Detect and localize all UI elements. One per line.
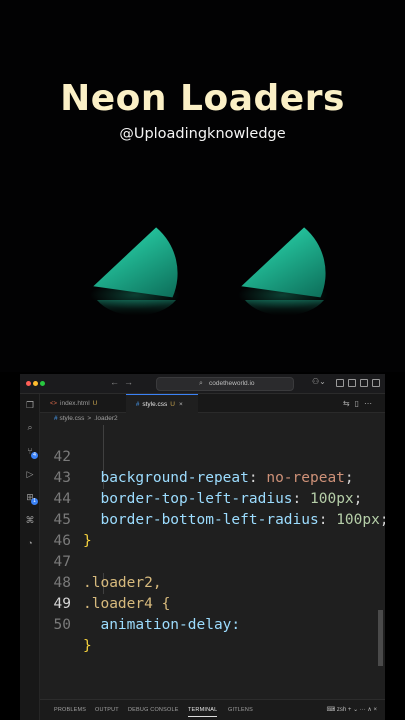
run-debug-icon[interactable]: ▷ <box>25 469 35 479</box>
hero-section: Neon Loaders @Uploadingknowledge <box>0 0 405 372</box>
tab-output[interactable]: OUTPUT <box>95 707 119 713</box>
toggle-panel-icon[interactable] <box>348 379 356 387</box>
extensions-badge: 1 <box>31 498 38 505</box>
loader-left <box>90 227 180 316</box>
code-line-42: 42 background-repeat: no-repeat; <box>40 426 385 486</box>
back-arrow-icon[interactable]: ← <box>110 377 119 387</box>
tab-terminal[interactable]: TERMINAL <box>188 707 218 717</box>
line-number: 50 <box>53 617 71 633</box>
code-line-47: 47 .loader2, <box>40 531 385 591</box>
code-line-44: 44 border-bottom-left-radius: 100px; <box>40 468 385 528</box>
code-line-45: 45 } <box>40 489 385 549</box>
tab-actions: ⇆▯⋯ <box>343 399 377 408</box>
search-icon[interactable]: ⌕ <box>25 422 35 432</box>
hero-subtitle: @Uploadingknowledge <box>119 126 286 142</box>
untracked-badge: U <box>170 401 175 408</box>
split-editor-icon[interactable]: ⇆ <box>343 399 355 408</box>
close-window-button[interactable] <box>26 381 31 386</box>
tab-label: style.css <box>142 401 168 408</box>
breadcrumb-separator: > <box>87 415 92 422</box>
tab-gitlens[interactable]: GITLENS <box>228 707 253 713</box>
customize-layout-icon[interactable] <box>372 379 380 387</box>
hero-title: Neon Loaders <box>60 78 345 119</box>
maximize-window-button[interactable] <box>40 381 45 386</box>
split-editor-right-icon[interactable]: ▯ <box>355 399 364 408</box>
accounts-icon[interactable]: ◔ <box>25 538 35 548</box>
tab-index-html[interactable]: <> index.html U <box>40 394 102 413</box>
search-icon: ⌕ <box>199 380 203 387</box>
tab-style-css[interactable]: # style.css U × <box>126 394 198 413</box>
tab-debug-console[interactable]: DEBUG CONSOLE <box>128 707 179 713</box>
tab-label: index.html <box>60 400 90 407</box>
html-file-icon: <> <box>50 401 58 407</box>
neon-loaders-preview <box>90 227 328 316</box>
remote-icon[interactable]: ⌘ <box>25 515 35 525</box>
source-control-badge: 4 <box>31 452 38 459</box>
closing-brace: } <box>83 638 92 654</box>
code-line-43: 43 border-top-left-radius: 100px; <box>40 447 385 507</box>
code-editor[interactable]: 42 background-repeat: no-repeat; 43 bord… <box>40 425 385 675</box>
forward-arrow-icon[interactable]: → <box>124 377 133 387</box>
loader-right <box>238 227 328 316</box>
terminal-shell-label[interactable]: zsh <box>337 707 346 713</box>
title-bar: ← → ⌕ codetheworld.io ⚇⌄ <box>20 374 385 394</box>
minimize-window-button[interactable] <box>33 381 38 386</box>
toggle-primary-sidebar-icon[interactable] <box>336 379 344 387</box>
command-center-search[interactable]: ⌕ codetheworld.io <box>156 377 294 391</box>
code-line-50: 50 } <box>40 594 385 654</box>
search-text: codetheworld.io <box>209 380 255 387</box>
vscode-window: ← → ⌕ codetheworld.io ⚇⌄ ❐ ⌕ ⑂ 4 ▷ ⊞ 1 ⌘… <box>20 374 385 720</box>
panel-actions: ⌨ zsh + ⌄ ··· ∧ × <box>327 706 377 713</box>
breadcrumb: # style.css > .loader2 <box>40 413 385 425</box>
untracked-badge: U <box>92 400 98 407</box>
terminal-actions[interactable]: + ⌄ ··· ∧ × <box>348 707 377 713</box>
css-property: animation-delay: <box>83 617 241 633</box>
breadcrumb-symbol[interactable]: .loader2 <box>94 415 118 422</box>
code-line-49: 49 animation-delay: <box>40 573 385 633</box>
bottom-panel: PROBLEMS OUTPUT DEBUG CONSOLE TERMINAL G… <box>40 699 385 720</box>
code-line-46: 46 <box>40 510 385 549</box>
editor-scrollbar[interactable] <box>378 610 383 666</box>
editor-tabs: <> index.html U # style.css U × ⇆▯⋯ <box>40 394 385 413</box>
code-line-48: 48 .loader4 { <box>40 552 385 612</box>
more-actions-icon[interactable]: ⋯ <box>364 399 377 408</box>
files-icon[interactable]: ❐ <box>25 400 35 410</box>
tab-problems[interactable]: PROBLEMS <box>54 707 86 713</box>
css-file-icon: # <box>54 415 58 422</box>
copilot-icon[interactable]: ⚇⌄ <box>312 377 326 386</box>
close-tab-icon[interactable]: × <box>179 401 183 408</box>
activity-bar: ❐ ⌕ ⑂ 4 ▷ ⊞ 1 ⌘ ◔ <box>20 394 40 720</box>
css-file-icon: # <box>136 402 140 408</box>
breadcrumb-file[interactable]: style.css <box>59 415 84 422</box>
toggle-secondary-sidebar-icon[interactable] <box>360 379 368 387</box>
terminal-icon: ⌨ <box>326 707 336 713</box>
